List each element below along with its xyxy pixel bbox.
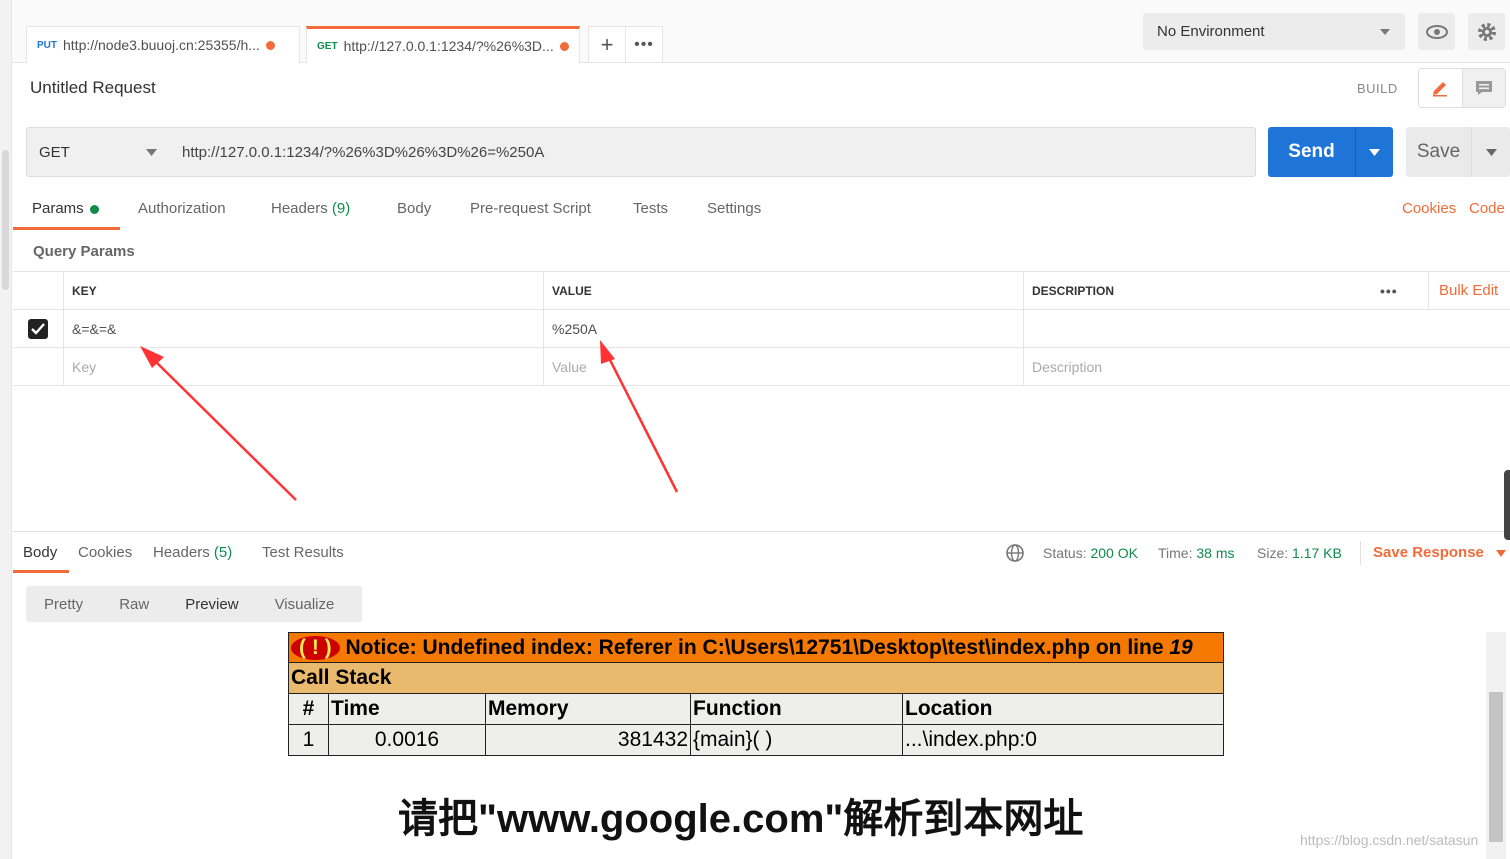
notice-cell: ( ! ) Notice: Undefined index: Referer i… (288, 632, 1224, 663)
response-tab-headers-label: Headers (153, 544, 210, 561)
view-raw[interactable]: Raw (101, 596, 167, 613)
view-preview[interactable]: Preview (167, 596, 256, 613)
status-value[interactable]: 200 OK (1090, 545, 1137, 561)
row-index: 1 (288, 724, 329, 756)
size-info: Size: 1.17 KB (1257, 545, 1342, 561)
col-time: Time (328, 693, 486, 725)
status-label: Status: (1043, 545, 1087, 561)
preview-scrollbar[interactable] (1486, 632, 1506, 859)
notice-row: ( ! ) Notice: Undefined index: Referer i… (288, 632, 1224, 663)
view-visualize[interactable]: Visualize (257, 596, 353, 613)
time-label: Time: (1158, 545, 1193, 561)
response-tab-headers[interactable]: Headers (5) (153, 544, 232, 561)
annotation-arrow-key (151, 357, 297, 501)
time-info: Time: 38 ms (1158, 545, 1235, 561)
response-tab-cookies[interactable]: Cookies (78, 544, 132, 561)
response-headers-count: (5) (213, 544, 233, 561)
view-pretty[interactable]: Pretty (26, 596, 101, 613)
response-tab-cookies-label: Cookies (78, 544, 133, 561)
response-body-tab-indicator (13, 570, 69, 573)
save-response-label: Save Response (1373, 544, 1484, 561)
php-error-table: ( ! ) Notice: Undefined index: Referer i… (288, 632, 1224, 756)
row-memory: 381432 (485, 724, 691, 756)
annotation-arrow-value (605, 353, 679, 493)
notice-line-number: 19 (1169, 635, 1193, 659)
size-label: Size: (1257, 545, 1289, 561)
row-function: {main}( ) (690, 724, 903, 756)
annotation-arrowhead-value (600, 340, 615, 364)
row-time: 0.0016 (328, 724, 486, 756)
chevron-down-icon (1496, 550, 1507, 557)
size-value[interactable]: 1.17 KB (1292, 545, 1342, 561)
time-value[interactable]: 38 ms (1196, 545, 1234, 561)
row-location: ...\index.php:0 (902, 724, 1224, 756)
globe-icon[interactable] (1005, 543, 1025, 568)
notice-text: Notice: Undefined index: Referer in C:\U… (345, 635, 1164, 659)
panel-divider[interactable] (13, 531, 1510, 532)
col-index: # (288, 693, 329, 725)
call-stack-row: Call Stack (288, 662, 1224, 694)
call-stack-header-row: # Time Memory Function Location (288, 693, 1224, 725)
table-row: 1 0.0016 381432 {main}( ) ...\index.php:… (288, 724, 1224, 756)
col-function: Function (690, 693, 903, 725)
preview-scrollbar-thumb[interactable] (1489, 692, 1503, 842)
side-panel-handle[interactable] (1504, 470, 1510, 540)
save-response-button[interactable]: Save Response (1373, 544, 1507, 561)
call-stack-title: Call Stack (288, 662, 1224, 694)
response-tab-body[interactable]: Body (23, 544, 57, 561)
col-memory: Memory (485, 693, 691, 725)
error-bang-icon: ( ! ) (291, 635, 340, 660)
response-tab-body-label: Body (23, 544, 58, 561)
response-tab-test-results[interactable]: Test Results (262, 544, 344, 561)
status-info: Status: 200 OK (1043, 545, 1138, 561)
response-view-modes: Pretty Raw Preview Visualize (26, 586, 362, 622)
col-location: Location (902, 693, 1224, 725)
response-tab-test-results-label: Test Results (262, 544, 344, 561)
watermark: https://blog.csdn.net/satasun (1300, 832, 1479, 848)
resolve-instruction-text: 请把"www.google.com"解析到本网址 (398, 797, 1084, 841)
status-divider (1360, 541, 1361, 565)
